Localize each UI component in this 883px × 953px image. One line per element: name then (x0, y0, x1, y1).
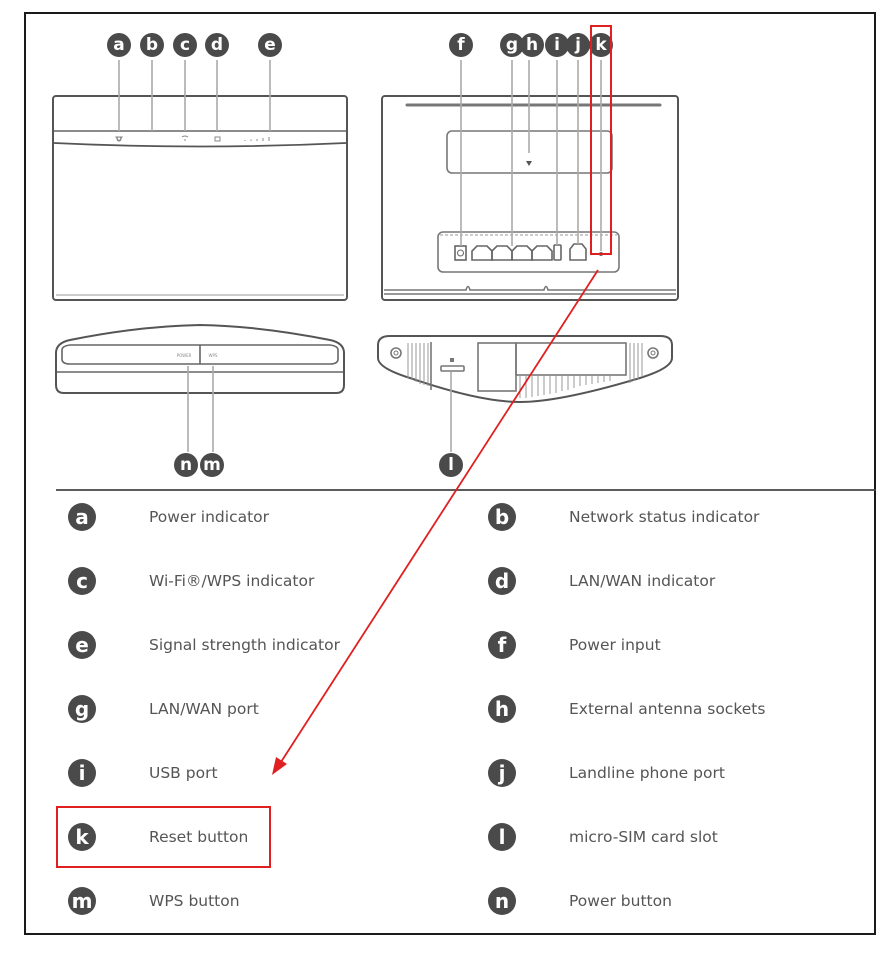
legend-item-m: m WPS button (68, 886, 240, 916)
lan-led-icon (214, 136, 221, 142)
top-power-label: POWER (177, 353, 192, 358)
legend-label: Power input (569, 636, 661, 654)
network-led-icon (115, 136, 123, 142)
wifi-led-icon (181, 135, 189, 141)
legend-badge: b (488, 503, 516, 531)
top-wps-label: WPS (209, 353, 218, 358)
legend-item-h: h External antenna sockets (488, 694, 765, 724)
callout-a: a (107, 33, 131, 57)
legend-badge: n (488, 887, 516, 915)
legend-label: Wi-Fi®/WPS indicator (149, 572, 315, 590)
legend-badge: f (488, 631, 516, 659)
callout-m: m (200, 453, 224, 477)
arrow-head-icon (272, 757, 287, 775)
front-view (52, 60, 348, 301)
usb-port-icon (553, 244, 562, 261)
legend-badge: l (488, 823, 516, 851)
legend-badge: h (488, 695, 516, 723)
bottom-view (377, 335, 673, 452)
legend-label: WPS button (149, 892, 240, 910)
sim-slot-icon (440, 365, 465, 372)
callout-d: d (205, 33, 229, 57)
legend-item-g: g LAN/WAN port (68, 694, 259, 724)
callout-e: e (258, 33, 282, 57)
legend-badge: d (488, 567, 516, 595)
callout-h: h (520, 33, 544, 57)
legend-badge: c (68, 567, 96, 595)
legend-label: LAN/WAN indicator (569, 572, 716, 590)
signal-bars-icon (244, 137, 270, 141)
top-view (55, 323, 345, 452)
legend-label: USB port (149, 764, 218, 782)
legend-label: Signal strength indicator (149, 636, 340, 654)
legend-badge: m (68, 887, 96, 915)
legend-label: micro-SIM card slot (569, 828, 718, 846)
legend-label: Power indicator (149, 508, 270, 526)
legend-badge: i (68, 759, 96, 787)
callout-c: c (173, 33, 197, 57)
callout-b: b (140, 33, 164, 57)
legend-label: LAN/WAN port (149, 700, 259, 718)
legend-item-j: j Landline phone port (488, 758, 725, 788)
legend-label: Network status indicator (569, 508, 760, 526)
callout-n: n (174, 453, 198, 477)
legend-badge: a (68, 503, 96, 531)
reset-callout-highlight (590, 25, 612, 255)
callout-f: f (449, 33, 473, 57)
legend-label: External antenna sockets (569, 700, 766, 718)
legend-item-i: i USB port (68, 758, 218, 788)
legend-item-k: k Reset button (68, 822, 248, 852)
legend-item-e: e Signal strength indicator (68, 630, 340, 660)
back-view (381, 60, 679, 301)
antenna-marker-icon (526, 161, 532, 166)
phone-port-icon (569, 243, 587, 261)
legend-item-c: c Wi-Fi®/WPS indicator (68, 566, 314, 596)
legend-label: Power button (569, 892, 672, 910)
legend-item-d: d LAN/WAN indicator (488, 566, 715, 596)
legend-item-n: n Power button (488, 886, 672, 916)
legend-item-a: a Power indicator (68, 502, 269, 532)
legend-label: Reset button (149, 828, 249, 846)
legend-badge: k (68, 823, 96, 851)
legend-badge: e (68, 631, 96, 659)
legend-label: Landline phone port (569, 764, 725, 782)
legend-item-l: l micro-SIM card slot (488, 822, 718, 852)
legend-item-b: b Network status indicator (488, 502, 759, 532)
legend-item-f: f Power input (488, 630, 661, 660)
lan-wan-ports-icon (471, 245, 553, 261)
callout-j: j (566, 33, 590, 57)
callout-l: l (439, 453, 463, 477)
legend-badge: g (68, 695, 96, 723)
power-input-port-icon (454, 245, 467, 261)
legend-badge: j (488, 759, 516, 787)
